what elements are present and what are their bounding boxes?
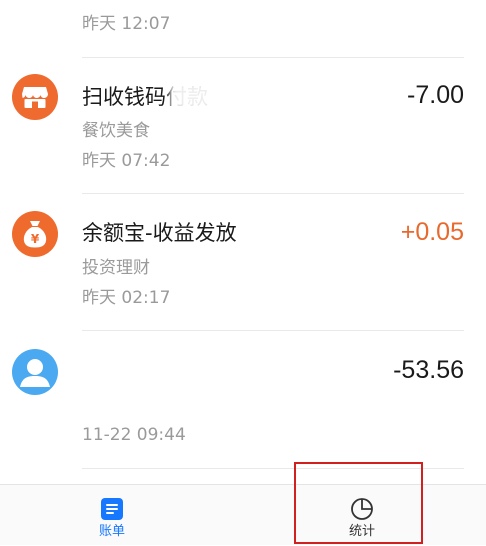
tab-bill[interactable]: 账单 [52, 485, 172, 546]
transaction-row[interactable]: 昨天 12:07 [0, 0, 486, 58]
transaction-list: 昨天 12:07 扫收钱码付款 -7.00 餐饮美食 昨天 07:42 ¥ 余额… [0, 0, 486, 484]
transaction-row[interactable]: ¥ 余额宝-收益发放 +0.05 投资理财 昨天 02:17 [0, 194, 486, 331]
transaction-amount: +0.05 [400, 218, 464, 246]
transaction-amount: -53.56 [393, 356, 464, 384]
transaction-title: 余额宝-收益发放 [82, 221, 237, 245]
transaction-time: 昨天 07:42 [82, 151, 171, 171]
pie-chart-icon [350, 497, 374, 521]
user-avatar-icon [12, 349, 58, 395]
transaction-row[interactable]: -53.56 11-22 09:44 [0, 331, 486, 469]
bill-icon [100, 497, 124, 521]
tab-stats[interactable]: 统计 [302, 485, 422, 546]
tab-stats-label: 统计 [348, 524, 375, 539]
transaction-amount: -7.00 [407, 81, 464, 109]
shop-icon [12, 74, 58, 120]
transaction-time: 昨天 02:17 [82, 288, 171, 308]
transaction-time: 11-22 09:44 [82, 425, 186, 445]
transaction-row[interactable]: 扫收钱码付款 -7.00 餐饮美食 昨天 07:42 [0, 58, 486, 194]
divider [82, 468, 464, 469]
money-bag-icon: ¥ [12, 211, 58, 257]
transaction-category: 餐饮美食 [82, 121, 150, 141]
svg-text:¥: ¥ [31, 232, 40, 246]
tab-bill-label: 账单 [98, 524, 125, 539]
transaction-category: 投资理财 [82, 258, 150, 278]
transaction-time: 昨天 12:07 [82, 14, 171, 34]
tab-bar: 账单 统计 [0, 484, 486, 545]
